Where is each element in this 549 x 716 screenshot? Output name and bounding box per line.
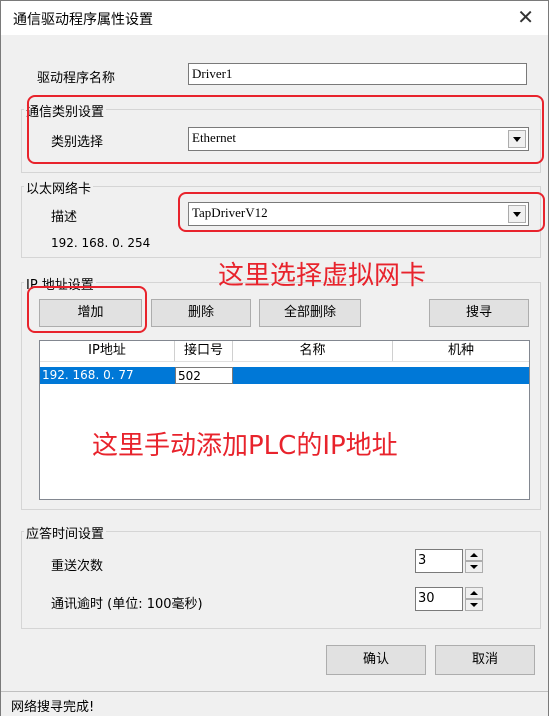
annotation-box-add [27, 286, 147, 333]
spin-up-icon[interactable] [465, 549, 483, 561]
title-bar: 通信驱动程序属性设置 ✕ [1, 1, 548, 35]
column-header-port[interactable]: 接口号 [175, 341, 233, 361]
nic-description-label: 描述 [51, 210, 78, 225]
spin-down-icon[interactable] [465, 599, 483, 611]
ip-list[interactable]: IP地址 接口号 名称 机种 192. 168. 0. 77 502 [39, 340, 530, 500]
timeout-input[interactable]: 30 [415, 587, 463, 611]
close-icon[interactable]: ✕ [517, 5, 534, 29]
annotation-box-nic [178, 192, 545, 232]
column-header-name[interactable]: 名称 [233, 341, 393, 361]
column-header-model[interactable]: 机种 [393, 341, 529, 361]
table-row[interactable]: 192. 168. 0. 77 502 [40, 367, 529, 384]
annotation-text-add-ip: 这里手动添加PLC的IP地址 [92, 431, 398, 461]
driver-name-label: 驱动程序名称 [37, 71, 116, 86]
response-group [21, 531, 541, 629]
ok-button[interactable]: 确认 [326, 645, 426, 675]
spin-up-icon[interactable] [465, 587, 483, 599]
row-name-cell [233, 367, 393, 384]
nic-ip-text: 192. 168. 0. 254 [51, 236, 151, 250]
row-ip-cell: 192. 168. 0. 77 [42, 368, 134, 382]
row-model-cell [393, 367, 529, 384]
window-title: 通信驱动程序属性设置 [13, 12, 153, 28]
column-header-ip[interactable]: IP地址 [40, 341, 175, 361]
annotation-box-comm-type [27, 95, 544, 164]
row-port-cell[interactable]: 502 [175, 367, 233, 384]
status-text: 网络搜寻完成! [11, 700, 95, 715]
retry-input[interactable]: 3 [415, 549, 463, 573]
annotation-text-select-nic: 这里选择虚拟网卡 [218, 261, 427, 291]
delete-all-button[interactable]: 全部删除 [259, 299, 361, 327]
spin-down-icon[interactable] [465, 561, 483, 573]
retry-label: 重送次数 [51, 559, 104, 574]
status-bar: 网络搜寻完成! [1, 691, 548, 716]
search-button[interactable]: 搜寻 [429, 299, 529, 327]
ip-list-header: IP地址 接口号 名称 机种 [40, 341, 529, 362]
driver-name-input[interactable]: Driver1 [188, 63, 527, 85]
response-group-title: 应答时间设置 [24, 523, 107, 542]
timeout-label: 通讯逾时 (单位: 100毫秒) [51, 597, 203, 612]
delete-button[interactable]: 删除 [151, 299, 251, 327]
cancel-button[interactable]: 取消 [435, 645, 535, 675]
ethernet-card-group-title: 以太网络卡 [24, 178, 94, 197]
